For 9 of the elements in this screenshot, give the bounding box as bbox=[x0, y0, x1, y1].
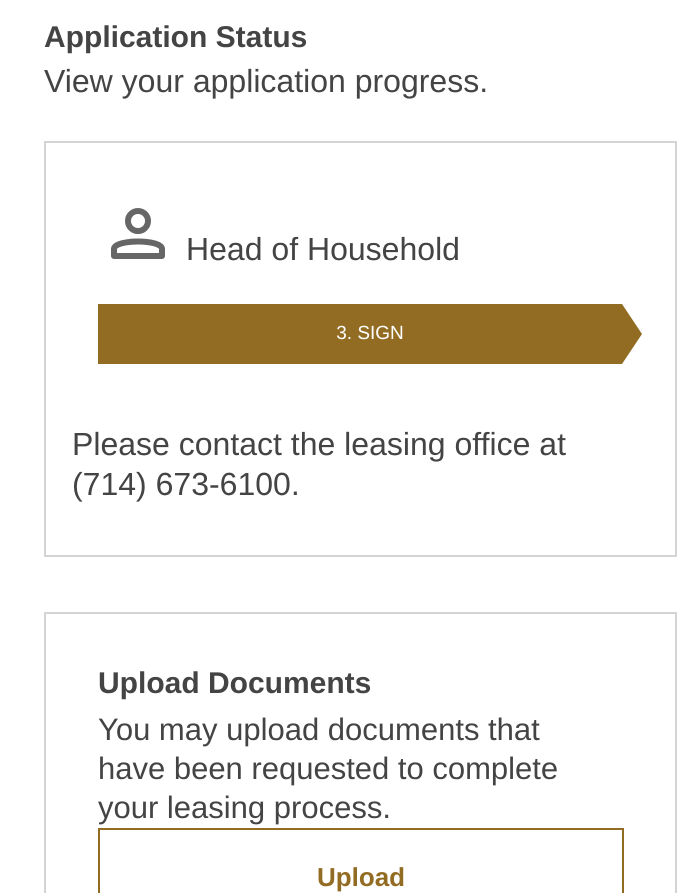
page-title: Application Status bbox=[44, 20, 308, 56]
upload-title: Upload Documents bbox=[98, 666, 372, 702]
upload-description: You may upload documents that have been requested to complete your leasing process. bbox=[98, 711, 560, 827]
person-icon bbox=[110, 207, 166, 259]
upload-button[interactable]: Upload bbox=[98, 828, 624, 893]
role-label: Head of Household bbox=[186, 230, 460, 269]
page-subtitle: View your application progress. bbox=[44, 62, 488, 101]
step-label: 3. SIGN bbox=[336, 322, 404, 346]
contact-message: Please contact the leasing office at (714) 673-6100. bbox=[72, 425, 567, 504]
